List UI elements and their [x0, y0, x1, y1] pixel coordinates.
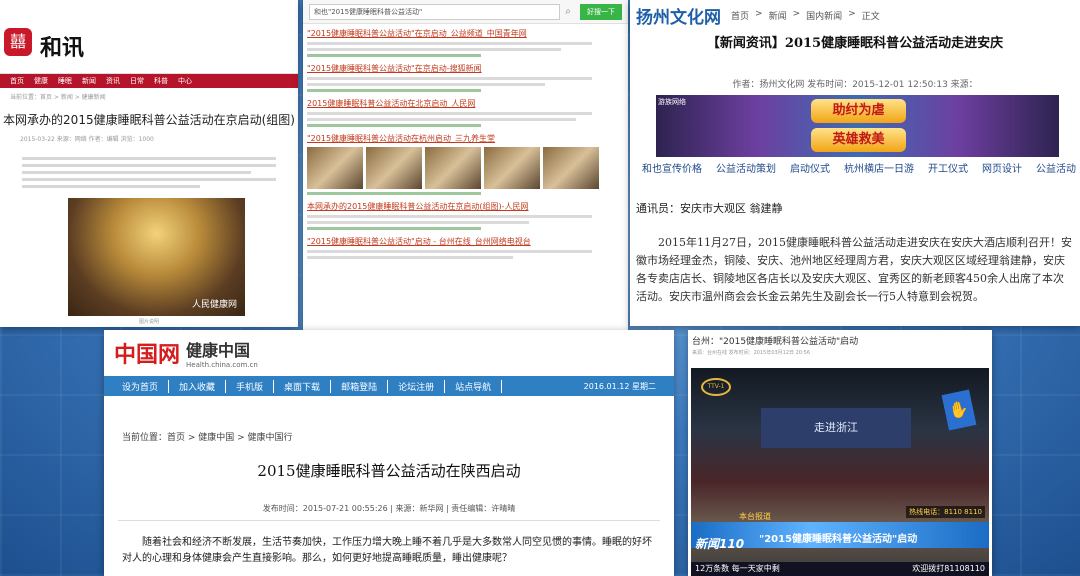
- result-link[interactable]: "2015健康睡眠科普公益活动"启动 - 台州在线_台州网络电视台: [307, 236, 624, 247]
- site-subbrand: 健康中国 Health.china.com.cn: [186, 337, 258, 369]
- stage-banner: 走进浙江: [761, 408, 911, 448]
- search-icon[interactable]: ⌕: [560, 4, 576, 20]
- ad-link[interactable]: 和也宣传价格: [642, 160, 702, 175]
- ad-links: 和也宣传价格 公益活动策划 启动仪式 杭州横店一日游 开工仪式 网页设计 公益活…: [642, 160, 1076, 175]
- nav-item[interactable]: 科普: [154, 74, 168, 88]
- article-meta: 来源：台州在线 发布时间：2015年03月12日 20:56: [692, 350, 811, 356]
- search-results-screenshot: ⌕ 好搜一下 "2015健康睡眠科普公益活动"在京启动_公益频道_中国青年网 "…: [303, 0, 628, 376]
- ad-link[interactable]: 网页设计: [982, 160, 1022, 175]
- article-body: 随着社会和经济不断发展，生活节奏加快，工作压力增大晚上睡不着几乎是大多数常人同空…: [122, 537, 652, 564]
- search-result: "2015健康睡眠科普公益活动在杭州启动_三九养生堂: [303, 129, 628, 197]
- search-result: "2015健康睡眠科普公益活动"在京启动_公益频道_中国青年网: [303, 24, 628, 59]
- article-photo: 人民健康网: [68, 198, 245, 316]
- channel-logo: TTV-1: [701, 378, 731, 396]
- nav-item[interactable]: 站点导航: [445, 379, 503, 393]
- breadcrumb-item[interactable]: 新闻: [769, 9, 787, 22]
- photo-caption: 图片说明: [138, 319, 159, 325]
- site-logo-icon: 囍: [4, 28, 32, 56]
- ad-link[interactable]: 开工仪式: [928, 160, 968, 175]
- article-screenshot-hexun: 囍 和讯 首页 健康 睡眠 新闻 资讯 日常 科普 中心 当前位置：首页 > 新…: [0, 0, 298, 327]
- article-title: 【新闻资讯】2015健康睡眠科普公益活动走进安庆: [706, 36, 1004, 51]
- breadcrumb: 当前位置：首页 > 健康中国 > 健康中国行: [122, 433, 293, 443]
- ad-link[interactable]: 公益活动策划: [716, 160, 776, 175]
- site-nav: 设为首页 加入收藏 手机版 桌面下载 邮箱登陆 论坛注册 站点导航 2016.0…: [104, 376, 674, 396]
- breadcrumb-item[interactable]: 国内新闻: [806, 9, 842, 22]
- hotline: 热线电话：8110 8110: [906, 506, 985, 518]
- search-result: "2015健康睡眠科普公益活动"在京启动-搜狐新闻: [303, 59, 628, 94]
- search-result: "2015健康睡眠科普公益活动"启动 - 台州在线_台州网络电视台: [303, 232, 628, 264]
- nav-item[interactable]: 加入收藏: [169, 379, 227, 393]
- article-body-lines: [0, 149, 298, 196]
- report-label: 本台报道: [739, 512, 771, 521]
- site-header: 囍 和讯: [0, 0, 298, 74]
- ad-banner[interactable]: 游族网络 助纣为虐 英雄救美: [656, 95, 1059, 157]
- news-ticker: 12万条数 每一天家中剩 欢迎拨打81108110: [691, 562, 989, 576]
- article-screenshot-health-china: 中国网 健康中国 Health.china.com.cn 设为首页 加入收藏 手…: [104, 330, 674, 576]
- ad-link[interactable]: 启动仪式: [790, 160, 830, 175]
- nav-item[interactable]: 睡眠: [58, 74, 72, 88]
- breadcrumb-item: 正文: [861, 11, 880, 22]
- site-url: Health.china.com.cn: [186, 361, 258, 369]
- article-screenshot-yangzhou: 扬州文化网 首页 > 新闻 > 国内新闻 > 正文 【新闻资讯】2015健康睡眠科普公…: [630, 0, 1080, 326]
- site-logo[interactable]: 中国网: [114, 337, 180, 369]
- ad-button[interactable]: 英雄救美: [811, 128, 906, 152]
- result-link[interactable]: "2015健康睡眠科普公益活动在杭州启动_三九养生堂: [307, 133, 624, 144]
- article-author: 通讯员：安庆市大观区 翁建静: [636, 202, 783, 215]
- ad-link[interactable]: 公益活动: [1036, 160, 1076, 175]
- nav-item[interactable]: 首页: [10, 74, 24, 88]
- breadcrumb: 当前位置：首页 > 新闻 > 健康新闻: [10, 94, 106, 101]
- result-link[interactable]: "2015健康睡眠科普公益活动"在京启动_公益频道_中国青年网: [307, 28, 624, 39]
- result-link[interactable]: "2015健康睡眠科普公益活动"在京启动-搜狐新闻: [307, 63, 624, 74]
- search-bar: ⌕ 好搜一下: [303, 0, 628, 24]
- site-logo[interactable]: 扬州文化网: [636, 3, 721, 28]
- nav-item[interactable]: 日常: [130, 74, 144, 88]
- nav-item[interactable]: 设为首页: [112, 379, 170, 393]
- site-name: 健康中国: [186, 341, 251, 360]
- site-header: 扬州文化网 首页 > 新闻 > 国内新闻 > 正文: [630, 0, 1080, 30]
- breadcrumb-item[interactable]: 首页: [731, 9, 749, 22]
- article-meta: 2015-03-22 来源：网络 作者：编辑 浏览：1000: [20, 136, 154, 143]
- nav-item[interactable]: 手机版: [226, 379, 275, 393]
- breadcrumb: 首页 > 新闻 > 国内新闻 > 正文: [731, 8, 880, 22]
- result-link[interactable]: 2015健康睡眠科普公益活动在北京启动_人民网: [307, 98, 624, 109]
- photo-watermark: 人民健康网: [191, 300, 237, 310]
- search-result: 本网承办的2015健康睡眠科普公益活动在京启动(组图)-人民网: [303, 197, 628, 232]
- search-input[interactable]: [309, 3, 560, 20]
- hand-logo-icon: ✋: [941, 389, 977, 431]
- divider: [118, 520, 660, 521]
- ad-tag: 游族网络: [658, 98, 686, 106]
- site-header: 中国网 健康中国 Health.china.com.cn: [104, 330, 674, 376]
- lower-third-text: "2015健康睡眠科普公益活动"启动: [759, 534, 918, 545]
- nav-item[interactable]: 邮箱登陆: [331, 379, 389, 393]
- article-title: 本网承办的2015健康睡眠科普公益活动在京启动(组图): [3, 113, 295, 127]
- site-nav: 首页 健康 睡眠 新闻 资讯 日常 科普 中心: [0, 74, 298, 88]
- result-link[interactable]: 本网承办的2015健康睡眠科普公益活动在京启动(组图)-人民网: [307, 201, 624, 212]
- ad-link[interactable]: 杭州横店一日游: [844, 160, 914, 175]
- video-screenshot-taizhou: 台州："2015健康睡眠科普公益活动"启动 来源：台州在线 发布时间：2015年…: [688, 330, 992, 576]
- result-thumbnails: [307, 147, 624, 189]
- article-meta: 作者：扬州文化网 发布时间：2015-12-01 12:50:13 来源：: [732, 80, 978, 90]
- nav-item[interactable]: 新闻: [82, 74, 96, 88]
- video-frame[interactable]: TTV-1 ✋ 走进浙江 本台报道 热线电话：8110 8110 新闻110 "…: [691, 368, 989, 576]
- nav-item[interactable]: 中心: [178, 74, 192, 88]
- article-title: 台州："2015健康睡眠科普公益活动"启动: [692, 337, 859, 347]
- article-title: 2015健康睡眠科普公益活动在陕西启动: [257, 462, 521, 480]
- article-body: 2015年11月27日，2015健康睡眠科普公益活动走进安庆在安庆大酒店顺利召开…: [636, 236, 1072, 303]
- article-meta: 发布时间：2015-07-21 00:55:26 | 来源：新华网 | 责任编辑…: [262, 504, 516, 513]
- search-button[interactable]: 好搜一下: [580, 3, 622, 20]
- nav-item[interactable]: 桌面下载: [274, 379, 332, 393]
- nav-item[interactable]: 资讯: [106, 74, 120, 88]
- nav-item[interactable]: 健康: [34, 74, 48, 88]
- site-brand: 和讯: [40, 35, 85, 61]
- ticker-right: 欢迎拨打81108110: [912, 564, 985, 573]
- ticker-left: 12万条数 每一天家中剩: [695, 564, 780, 573]
- search-result: 2015健康睡眠科普公益活动在北京启动_人民网: [303, 94, 628, 129]
- program-logo: 新闻110: [695, 537, 745, 551]
- ad-button[interactable]: 助纣为虐: [811, 99, 906, 123]
- nav-item[interactable]: 论坛注册: [388, 379, 446, 393]
- date-display: 2016.01.12 星期二: [583, 381, 656, 391]
